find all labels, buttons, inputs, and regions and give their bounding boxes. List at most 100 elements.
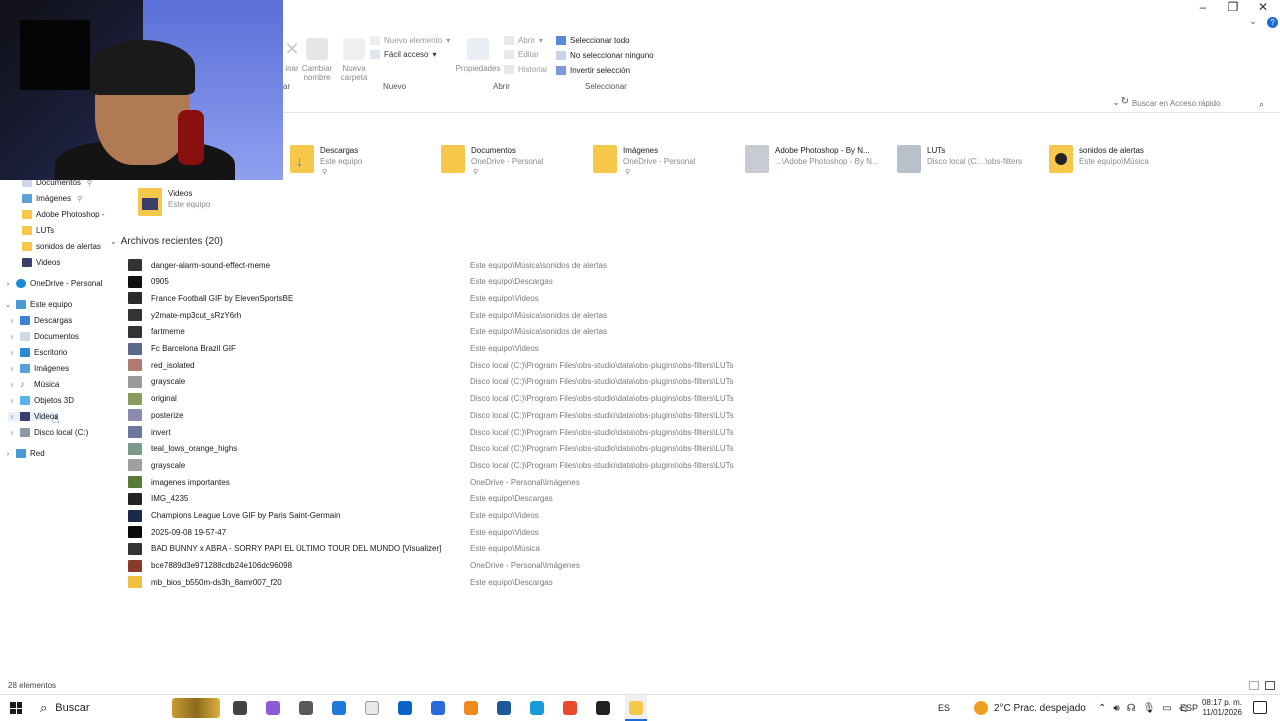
nav-item-disco-local[interactable]: › Disco local (C:) [8, 428, 88, 437]
nav-item-descargas[interactable]: › Descargas [8, 316, 72, 325]
outlook-icon[interactable] [398, 701, 412, 715]
recent-files-header[interactable]: ⌄ Archivos recientes (20) [110, 236, 223, 247]
edge-icon[interactable] [530, 701, 544, 715]
videos-icon [22, 258, 32, 267]
speaker-icon[interactable]: 🔊︎ [1113, 703, 1119, 714]
details-view-icon[interactable] [1249, 681, 1259, 690]
table-row[interactable]: Champions League Love GIF by Paris Saint… [128, 508, 768, 524]
help-icon[interactable]: ? [1267, 17, 1278, 28]
table-row[interactable]: grayscale Disco local (C:)\Program Files\… [128, 457, 768, 473]
network-icon[interactable]: ▭ [1162, 703, 1171, 714]
chevron-up-icon[interactable]: ⌃ [1098, 703, 1106, 714]
open-button[interactable]: Abrir ▾ [504, 36, 543, 45]
system-tray: ⌃ 🔊︎ ☊ 🎙︎ ▭ ◁ [1098, 695, 1186, 721]
ableton-icon[interactable] [464, 701, 478, 715]
quick-access-tile[interactable]: ↓ Descargas Este equipo ⚲ [290, 145, 362, 178]
file-icon[interactable] [365, 701, 379, 715]
new-folder-button[interactable]: Nueva carpeta [338, 38, 370, 82]
nav-item-this-pc[interactable]: ⌄ Este equipo [4, 300, 72, 309]
table-row[interactable]: imagenes importantes OneDrive - Personal\… [128, 474, 768, 490]
quick-access-tile[interactable]: Videos Este equipo [138, 188, 210, 216]
close-button[interactable]: ✕ [1248, 0, 1278, 16]
table-row[interactable]: original Disco local (C:)\Program Files\o… [128, 391, 768, 407]
rename-button[interactable]: Cambiar nombre [301, 38, 333, 82]
file-explorer-icon[interactable] [629, 701, 643, 715]
table-row[interactable]: France Football GIF by ElevenSportsBE Est… [128, 290, 768, 306]
edit-button[interactable]: Editar [504, 50, 539, 59]
table-row[interactable]: invert Disco local (C:)\Program Files\obs… [128, 424, 768, 440]
language-indicator[interactable]: ES [938, 695, 950, 721]
nav-item-videos-pc[interactable]: › Videos [8, 412, 59, 421]
brave-icon[interactable] [563, 701, 577, 715]
table-row[interactable]: IMG_4235 Este equipo\Descargas [128, 491, 768, 507]
nav-item-imagenes[interactable]: Imágenes ⚲ [22, 194, 82, 203]
quick-access-tile[interactable]: sonidos de alertas Este equipo\Música [1049, 145, 1149, 173]
history-button[interactable]: Historial [504, 65, 547, 74]
photoshop-icon[interactable] [332, 701, 346, 715]
nav-item-luts[interactable]: LUTs [22, 226, 54, 235]
invert-selection-button[interactable]: Invertir selección [556, 66, 630, 75]
history-dropdown-icon[interactable]: ⌄ [1112, 97, 1120, 108]
nav-item-documentos-pc[interactable]: › Documentos [8, 332, 79, 341]
input-language[interactable]: ESP [1180, 695, 1198, 721]
nav-item-musica[interactable]: › ♪ Música [8, 380, 60, 390]
table-row[interactable]: mb_bios_b550m-ds3h_8amr007_f20 Este equip… [128, 574, 768, 590]
minimize-button[interactable]: – [1188, 0, 1218, 16]
notifications-icon[interactable] [1253, 701, 1267, 714]
taskbar-search[interactable]: ⌕ Buscar [32, 695, 222, 721]
table-row[interactable]: fartmeme Este equipo\Música\sonidos de al… [128, 324, 768, 340]
obs-icon[interactable] [596, 701, 610, 715]
nav-item-red[interactable]: › Red [4, 449, 45, 458]
properties-button[interactable]: Propiedades [455, 38, 501, 73]
file-location: Disco local (C:)\Program Files\obs-studi… [470, 360, 734, 370]
quick-access-tile[interactable]: Imágenes OneDrive - Personal ⚲ [593, 145, 695, 178]
weather-widget[interactable]: 2°C Prac. despejado [974, 695, 1086, 721]
microphone-icon[interactable]: 🎙︎ [1143, 703, 1156, 714]
app-icon[interactable] [299, 701, 313, 715]
quick-access-tile[interactable]: Documentos OneDrive - Personal ⚲ [441, 145, 543, 178]
table-row[interactable]: y2mate-mp3cut_sRzY6rh Este equipo\Música\… [128, 307, 768, 323]
delete-icon: ✕ [284, 39, 300, 59]
nav-item-sonidos[interactable]: sonidos de alertas [22, 242, 101, 251]
table-row[interactable]: teal_lows_orange_highs Disco local (C:)\P… [128, 441, 768, 457]
calendar-icon[interactable] [431, 701, 445, 715]
select-all-button[interactable]: Seleccionar todo [556, 36, 630, 45]
history-icon [504, 65, 514, 74]
nav-item-videos-quick[interactable]: Videos [22, 258, 60, 267]
drive-icon [20, 428, 30, 437]
easy-access-button[interactable]: Fácil acceso ▾ [370, 50, 436, 59]
steam-icon[interactable] [497, 701, 511, 715]
large-icons-view-icon[interactable] [1265, 681, 1275, 690]
table-row[interactable]: posterize Disco local (C:)\Program Files\… [128, 407, 768, 423]
nav-item-imagenes-pc[interactable]: › Imágenes [8, 364, 69, 373]
table-row[interactable]: 0905 Este equipo\Descargas [128, 274, 768, 290]
nav-item-onedrive[interactable]: › OneDrive - Personal [4, 279, 102, 288]
quick-access-tile[interactable]: Adobe Photoshop - By N... ...\Adobe Photo… [745, 145, 879, 173]
start-button[interactable] [10, 702, 22, 714]
search-input[interactable]: Buscar en Acceso rápido ⌕ [1126, 96, 1266, 112]
select-none-button[interactable]: No seleccionar ninguno [556, 51, 654, 60]
table-row[interactable]: Fc Barcelona Brazil GIF Este equipo\Video… [128, 341, 768, 357]
copilot-icon[interactable] [266, 701, 280, 715]
chevron-right-icon: › [10, 396, 14, 405]
nav-item-objetos-3d[interactable]: › Objetos 3D [8, 396, 74, 405]
table-row[interactable]: danger-alarm-sound-effect-meme Este equip… [128, 257, 768, 273]
restore-button[interactable]: ❐ [1218, 0, 1248, 16]
file-thumbnail-icon [128, 576, 142, 589]
headset-icon[interactable]: ☊ [1127, 703, 1136, 714]
file-name: posterize [151, 410, 184, 420]
delete-button[interactable]: ✕ inar [281, 38, 303, 73]
taskbar: ⌕ Buscar ES 2°C Prac. despejado ⌃ 🔊︎ ☊ 🎙… [0, 694, 1280, 721]
new-item-button[interactable]: Nuevo elemento ▾ [370, 36, 450, 45]
nav-item-escritorio[interactable]: › Escritorio [8, 348, 67, 357]
nav-item-photoshop[interactable]: Adobe Photoshop - [22, 210, 105, 219]
table-row[interactable]: BAD BUNNY x ABRA - SORRY PAPI EL ÚLTIMO … [128, 541, 768, 557]
quick-access-tile[interactable]: LUTs Disco local (C:...\obs-filters [897, 145, 1022, 173]
table-row[interactable]: grayscale Disco local (C:)\Program Files\… [128, 374, 768, 390]
table-row[interactable]: 2025-09-08 19-57-47 Este equipo\Videos [128, 524, 768, 540]
task-view-icon[interactable] [233, 701, 247, 715]
file-name: IMG_4235 [151, 494, 189, 504]
clock[interactable]: 08:17 p. m. 11/01/2026 [1200, 695, 1242, 721]
table-row[interactable]: bce7889d3e971288cdb24e106dc96098 OneDrive… [128, 558, 768, 574]
table-row[interactable]: red_isolated Disco local (C:)\Program Fil… [128, 357, 768, 373]
